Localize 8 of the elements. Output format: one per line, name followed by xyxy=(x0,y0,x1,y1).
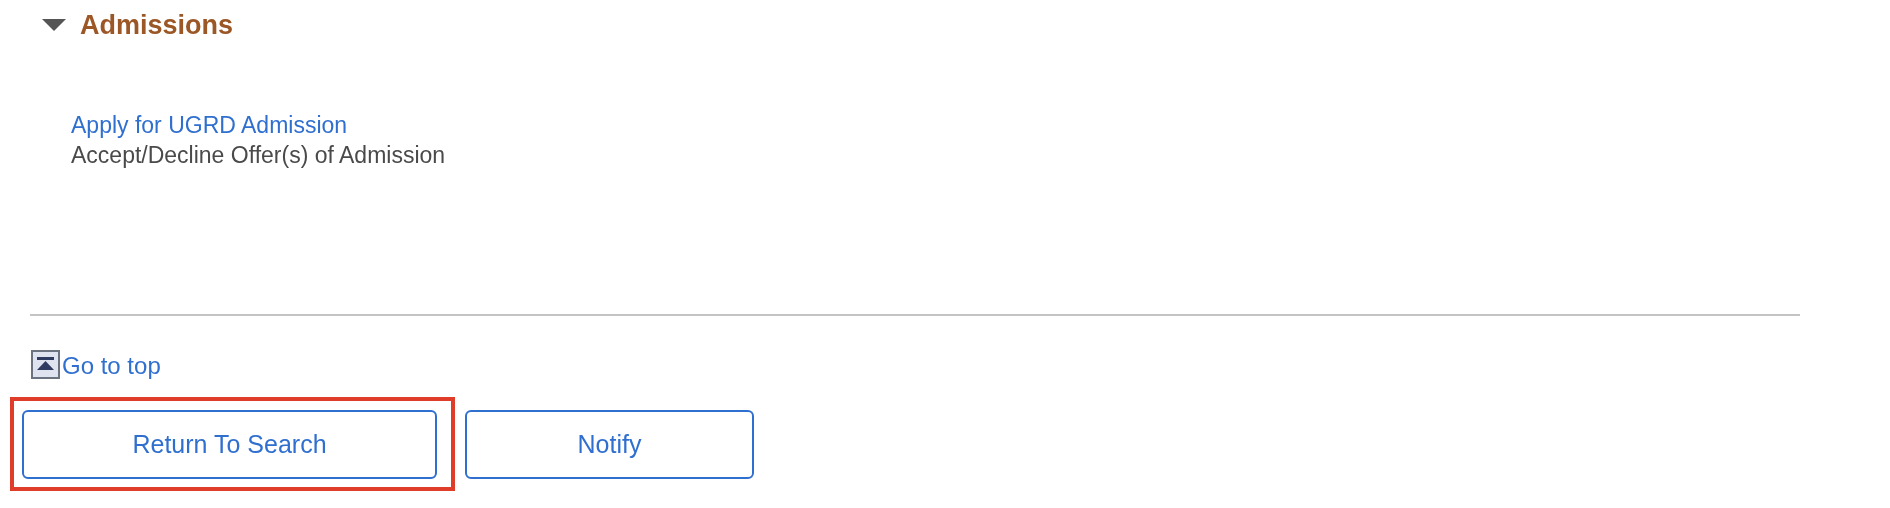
go-to-top-link[interactable]: Go to top xyxy=(31,350,161,379)
admission-item: Accept/Decline Offer(s) of Admission xyxy=(71,141,446,170)
notify-button[interactable]: Notify xyxy=(465,410,754,479)
collapse-triangle-icon[interactable] xyxy=(42,18,66,32)
admission-link[interactable]: Apply for UGRD Admission xyxy=(71,110,348,140)
section-title: Admissions xyxy=(80,11,234,39)
return-button[interactable]: Return To Search xyxy=(22,410,437,479)
arrow-to-top-icon xyxy=(31,350,60,379)
